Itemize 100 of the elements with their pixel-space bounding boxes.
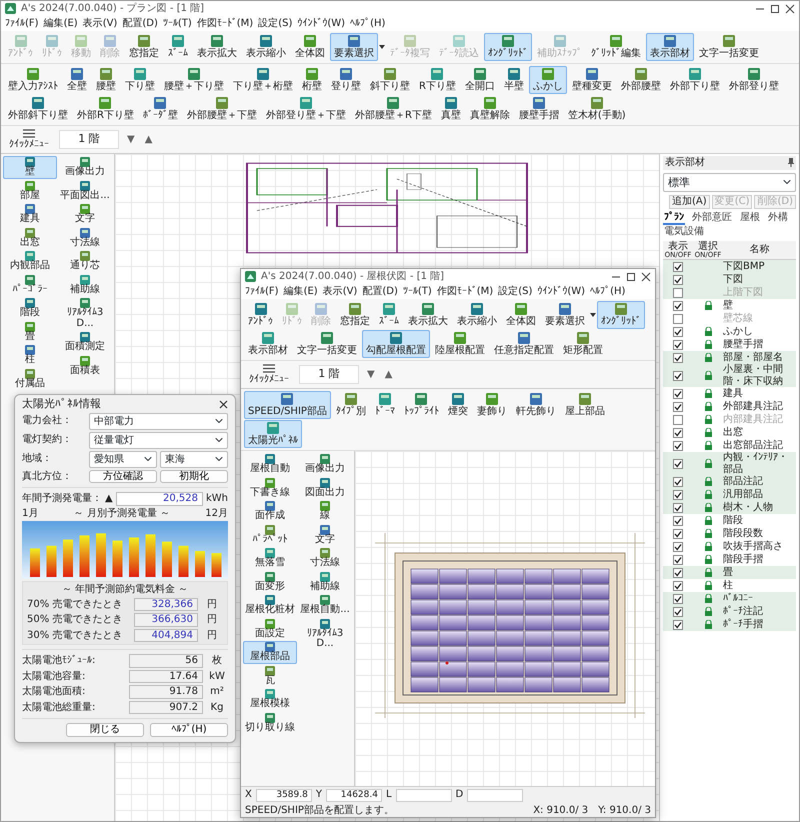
toolbar-button[interactable]: 表示縮小 [453, 301, 501, 329]
toolbar-button[interactable]: 腰壁手摺 [514, 95, 563, 123]
toolbar-button[interactable]: ﾄｯﾌﾟﾗｲﾄ [400, 391, 443, 419]
checkbox[interactable] [673, 490, 683, 500]
menu-item[interactable]: 編集(E) [284, 286, 318, 297]
menu-item[interactable]: ﾌｧｲﾙ(F) [245, 286, 279, 297]
lock-icon[interactable] [704, 402, 712, 412]
checkbox[interactable] [673, 458, 683, 469]
palette-button[interactable]: ﾊﾟﾗﾍﾟｯﾄ [243, 524, 297, 546]
palette-button[interactable]: 内観部品 [3, 250, 57, 272]
checkbox[interactable] [673, 606, 683, 617]
checkbox[interactable] [673, 352, 683, 363]
palette-button[interactable]: 寸法線 [298, 547, 352, 570]
checkbox[interactable] [673, 476, 683, 487]
checkbox[interactable] [673, 414, 683, 425]
toolbar-button[interactable]: 勾配屋根配置 [362, 330, 430, 358]
palette-button[interactable]: 壁 [3, 156, 57, 178]
palette-button[interactable]: 面設定 [243, 618, 297, 640]
toolbar-button[interactable]: 外部下り壁 [666, 66, 724, 94]
toolbar-button[interactable]: 窓指定 [125, 33, 163, 61]
toolbar-button[interactable]: ｽﾞｰﾑ [375, 301, 403, 329]
dialog-button[interactable]: 初期化 [160, 470, 228, 484]
toolbar-button[interactable]: 桁壁 [298, 66, 326, 94]
palette-button[interactable]: 瓦 [243, 664, 297, 687]
menu-item[interactable]: ﾂｰﾙ(T) [402, 286, 432, 297]
close-icon[interactable] [641, 272, 651, 282]
palette-button[interactable]: ﾘｱﾙﾀｲﾑ3D... [298, 618, 352, 650]
menu-item[interactable]: ﾂｰﾙ(T) [162, 18, 192, 29]
menu-item[interactable]: 設定(S) [498, 286, 532, 297]
checkbox[interactable] [673, 568, 683, 578]
toolbar-button[interactable]: ｱﾝﾄﾞｩ [244, 301, 277, 329]
floor-field[interactable]: 1 階 [59, 130, 119, 149]
caret-icon[interactable] [590, 313, 596, 317]
palette-button[interactable]: 建具 [3, 203, 57, 226]
maximize-icon[interactable] [626, 272, 636, 282]
checkbox[interactable] [673, 580, 683, 591]
toolbar-button[interactable]: 半壁 [500, 66, 528, 94]
palette-button[interactable]: 線 [298, 500, 352, 522]
toolbar-button[interactable]: ﾄﾞｰﾏ [370, 391, 399, 419]
tab[interactable]: ﾌﾟﾗﾝ [663, 212, 685, 226]
close-icon[interactable] [785, 4, 795, 14]
palette-button[interactable]: 階段 [3, 297, 57, 320]
palette-button[interactable]: 面作成 [243, 500, 297, 522]
palette-button[interactable]: 屋根自動 [243, 453, 297, 476]
menu-item[interactable]: 作図ﾓｰﾄﾞ(M) [436, 286, 494, 297]
checkbox[interactable] [673, 288, 683, 298]
palette-button[interactable]: 切り取り線 [243, 712, 297, 734]
toolbar-button[interactable]: ﾀｲﾌﾟ別 [332, 391, 370, 419]
checkbox[interactable] [673, 262, 683, 272]
menu-item[interactable]: 作図ﾓｰﾄﾞ(M) [196, 18, 254, 29]
palette-button[interactable]: 屋根部品 [243, 641, 297, 664]
select-field[interactable]: 中部電力 [89, 412, 228, 430]
dialog-button[interactable]: 閉じる [66, 723, 144, 737]
toolbar-button[interactable]: 斜下り壁 [366, 66, 414, 94]
checkbox[interactable] [673, 388, 683, 399]
toolbar-button[interactable]: 要素選択 [541, 301, 589, 329]
floor-arrow-button[interactable]: ▲ [382, 368, 394, 380]
palette-button[interactable]: 画像出力 [58, 156, 112, 178]
checkbox[interactable] [673, 314, 683, 324]
palette-button[interactable]: ﾊﾟｰｺﾞﾗｰ [3, 274, 57, 296]
menu-item[interactable]: 表示(V) [82, 18, 118, 29]
checkbox[interactable] [673, 340, 683, 350]
palette-button[interactable]: 図面出力 [298, 476, 352, 499]
toolbar-button[interactable]: 外部斜下り壁 [4, 95, 72, 123]
toolbar-button[interactable]: 全体図 [291, 33, 329, 61]
toolbar-button[interactable]: 全開口 [460, 66, 499, 94]
palette-button[interactable]: 屋根自動... [298, 594, 352, 616]
lock-icon[interactable] [704, 428, 712, 438]
checkbox[interactable] [673, 528, 683, 539]
toolbar-button[interactable]: 表示拡大 [404, 301, 452, 329]
select-field[interactable]: 東海 [160, 450, 228, 468]
select-field[interactable]: 従量電灯 [89, 432, 228, 449]
toolbar-button[interactable]: 妻飾り [472, 391, 511, 419]
palette-button[interactable]: 寸法線 [58, 226, 112, 249]
palette-button[interactable]: 柱 [3, 344, 57, 366]
palette-button[interactable]: 面積表 [58, 354, 112, 377]
toolbar-button[interactable]: 表示拡大 [193, 33, 241, 61]
toolbar-button[interactable]: 全壁 [63, 66, 91, 94]
checkbox[interactable] [673, 274, 683, 285]
panel-button[interactable]: 追加(A) [669, 195, 710, 209]
checkbox[interactable] [673, 440, 683, 451]
menu-item[interactable]: ﾌｧｲﾙ(F) [5, 18, 39, 29]
lock-icon[interactable] [704, 441, 712, 450]
palette-button[interactable]: 平面図出... [58, 180, 112, 202]
palette-button[interactable]: 面変形 [243, 570, 297, 593]
checkbox[interactable] [673, 554, 683, 565]
menu-item[interactable]: 設定(S) [258, 18, 292, 29]
toolbar-button[interactable]: 壁入力ｱｼｽﾄ [4, 66, 62, 94]
palette-button[interactable]: 付属品 [3, 368, 57, 390]
lock-icon[interactable] [704, 415, 712, 424]
palette-button[interactable]: 面積測定 [58, 331, 112, 354]
palette-button[interactable]: 無落雪 [243, 547, 297, 570]
lock-icon[interactable] [704, 607, 712, 616]
toolbar-button[interactable]: 要素選択 [330, 33, 378, 61]
dialog-button[interactable]: ﾍﾙﾌﾟ(H) [150, 723, 228, 737]
checkbox[interactable] [673, 594, 683, 604]
palette-button[interactable]: 補助線 [298, 570, 352, 593]
toolbar-button[interactable]: 下り壁＋桁壁 [229, 66, 297, 94]
lock-icon[interactable] [704, 353, 712, 362]
floor-field[interactable]: 1 階 [299, 365, 359, 384]
